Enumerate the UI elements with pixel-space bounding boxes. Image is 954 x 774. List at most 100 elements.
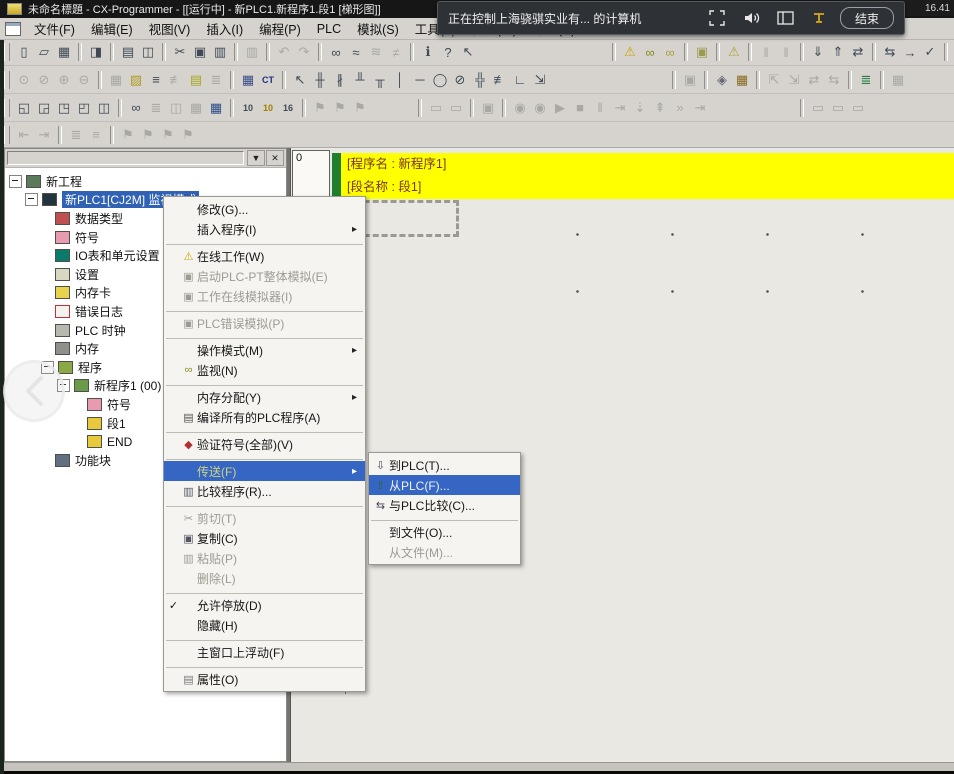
bookmark-icon[interactable]: ⚑: [118, 125, 138, 145]
indent-left-icon[interactable]: ⇤: [14, 125, 34, 145]
open-file-icon[interactable]: ▱: [34, 42, 54, 62]
function-block-invoke-icon[interactable]: ≢: [490, 70, 510, 90]
paste-icon[interactable]: ▥: [210, 42, 230, 62]
menu-work-online[interactable]: ⚠ 在线工作(W): [164, 246, 365, 266]
volume-icon[interactable]: [734, 10, 768, 26]
local-symbols-icon[interactable]: ≡: [146, 70, 166, 90]
grid-toggle-icon[interactable]: ▦: [106, 70, 126, 90]
new-window-icon[interactable]: ◱: [14, 98, 34, 118]
zoom-fit-icon[interactable]: ⊙: [14, 70, 34, 90]
window-layout-icon[interactable]: [768, 11, 802, 25]
cut-icon[interactable]: ✂: [170, 42, 190, 62]
cascade-windows-icon[interactable]: ◲: [34, 98, 54, 118]
menu-plc[interactable]: PLC: [309, 20, 349, 38]
redo-icon[interactable]: ↷: [294, 42, 314, 62]
io-comment-icon[interactable]: ▦: [238, 70, 258, 90]
menu-monitor[interactable]: ∞ 监视(N): [164, 360, 365, 380]
download-program-icon[interactable]: ⇓: [808, 42, 828, 62]
find-in-project-icon[interactable]: ≋: [366, 42, 386, 62]
options-icon[interactable]: ▦: [206, 98, 226, 118]
fullscreen-icon[interactable]: [700, 10, 734, 26]
inverse-icon[interactable]: ∟: [510, 70, 530, 90]
tree-expander-icon[interactable]: [25, 193, 38, 206]
transfer-settings-icon[interactable]: ⇆: [880, 42, 900, 62]
or-contact-no-icon[interactable]: ╨: [350, 70, 370, 90]
rung-comment-icon[interactable]: ≣: [66, 125, 86, 145]
compile-all-icon[interactable]: ▦: [732, 70, 752, 90]
menu-insert[interactable]: 插入(I): [198, 17, 251, 40]
rung-title-bar[interactable]: [程序名 : 新程序1] [段名称 : 段1]: [341, 153, 954, 199]
new-file-icon[interactable]: ▯: [14, 42, 34, 62]
back-overlay-button[interactable]: [3, 360, 65, 422]
submenu-compare-with-plc[interactable]: ⇆ 与PLC比较(C)...: [369, 495, 520, 515]
run-mode-icon[interactable]: ◉: [510, 98, 530, 118]
menu-float-in-main-window[interactable]: 主窗口上浮动(F): [164, 642, 365, 662]
find-replace-icon[interactable]: ≈: [346, 42, 366, 62]
output-window-icon[interactable]: ◫: [166, 98, 186, 118]
end-session-button[interactable]: 结束: [840, 7, 894, 29]
save-icon[interactable]: ▦: [54, 42, 74, 62]
menu-copy[interactable]: ▣ 复制(C): [164, 528, 365, 548]
document-window-icon[interactable]: [5, 22, 21, 36]
search-document-icon[interactable]: ◨: [86, 42, 106, 62]
ft-monitor-icon[interactable]: ▭: [848, 98, 868, 118]
or-contact-nc-icon[interactable]: ╥: [370, 70, 390, 90]
menu-program[interactable]: 编程(P): [251, 17, 309, 40]
upload-program-icon[interactable]: ⇑: [828, 42, 848, 62]
vertical-line-icon[interactable]: │: [390, 70, 410, 90]
find-next-icon[interactable]: ≠: [386, 42, 406, 62]
menu-modify[interactable]: 修改(G)...: [164, 199, 365, 219]
menu-insert-program[interactable]: 插入程序(I): [164, 219, 365, 239]
submenu-to-file[interactable]: 到文件(O)...: [369, 522, 520, 542]
menu-view[interactable]: 视图(V): [141, 17, 199, 40]
menu-file[interactable]: 文件(F): [26, 17, 83, 40]
tile-vertical-icon[interactable]: ◰: [74, 98, 94, 118]
undo-icon[interactable]: ↶: [274, 42, 294, 62]
online-edit-begin-icon[interactable]: ⇱: [764, 70, 784, 90]
sim-stop-icon[interactable]: ■: [570, 98, 590, 118]
sim-run-icon[interactable]: ▶: [550, 98, 570, 118]
ft-view-icon[interactable]: ▭: [808, 98, 828, 118]
menu-paste[interactable]: ▥ 粘贴(P): [164, 548, 365, 568]
horizontal-line-icon[interactable]: ─: [410, 70, 430, 90]
section-list-icon[interactable]: ▤: [186, 70, 206, 90]
reset-tool-icon[interactable]: ⇲: [530, 70, 550, 90]
context-help-icon[interactable]: ↖: [458, 42, 478, 62]
submenu-from-file[interactable]: 从文件(M)...: [369, 542, 520, 562]
contact-nc-icon[interactable]: ∦: [330, 70, 350, 90]
pause-monitoring-icon[interactable]: ‖: [776, 42, 796, 62]
symbol-editor-icon[interactable]: ▨: [126, 70, 146, 90]
compile-icon[interactable]: ◈: [712, 70, 732, 90]
cross-reference-report-icon[interactable]: ▦: [888, 70, 908, 90]
sim-scan-run-icon[interactable]: ⇥: [690, 98, 710, 118]
rung-annotation-icon[interactable]: ≡: [86, 125, 106, 145]
online-edit-release-icon[interactable]: ⇆: [824, 70, 844, 90]
transfer-fb-icon[interactable]: ▣: [680, 70, 700, 90]
sim-window-icon[interactable]: ▭: [426, 98, 446, 118]
signed-decimal-monitor-icon[interactable]: 10: [258, 98, 278, 118]
menu-work-online-simulator[interactable]: ▣ 工作在线模拟器(I): [164, 286, 365, 306]
menu-cut[interactable]: ✂ 剪切(T): [164, 508, 365, 528]
select-mode-icon[interactable]: ↖: [290, 70, 310, 90]
submenu-to-plc[interactable]: ⇩ 到PLC(T)...: [369, 455, 520, 475]
pin-icon[interactable]: [802, 10, 836, 26]
menu-delete[interactable]: 删除(L): [164, 568, 365, 588]
tree-item-new-project[interactable]: 新工程: [5, 172, 286, 191]
online-edit-icon[interactable]: ▣: [692, 42, 712, 62]
online-edit-send-icon[interactable]: ⇲: [784, 70, 804, 90]
menu-edit[interactable]: 编辑(E): [83, 17, 141, 40]
menu-memory-allocation[interactable]: 内存分配(Y): [164, 387, 365, 407]
sim-step-in-icon[interactable]: ⇣: [630, 98, 650, 118]
online-edit-cancel-icon[interactable]: ⇄: [804, 70, 824, 90]
sim-step-out-icon[interactable]: ⇞: [650, 98, 670, 118]
coil-nc-icon[interactable]: ⊘: [450, 70, 470, 90]
clipboard-icon[interactable]: ▥: [242, 42, 262, 62]
clear-breakpoints-icon[interactable]: ⚑: [350, 98, 370, 118]
sim-pause-icon[interactable]: ‖: [590, 98, 610, 118]
workspace-dropdown-button[interactable]: ▼: [247, 150, 265, 166]
clear-bookmarks-icon[interactable]: ⚑: [178, 125, 198, 145]
hex-monitor-icon[interactable]: 16: [278, 98, 298, 118]
tile-horizontal-icon[interactable]: ◳: [54, 98, 74, 118]
submenu-from-plc[interactable]: ⇧ 从PLC(F)...: [369, 475, 520, 495]
ft-edit-icon[interactable]: ▭: [828, 98, 848, 118]
